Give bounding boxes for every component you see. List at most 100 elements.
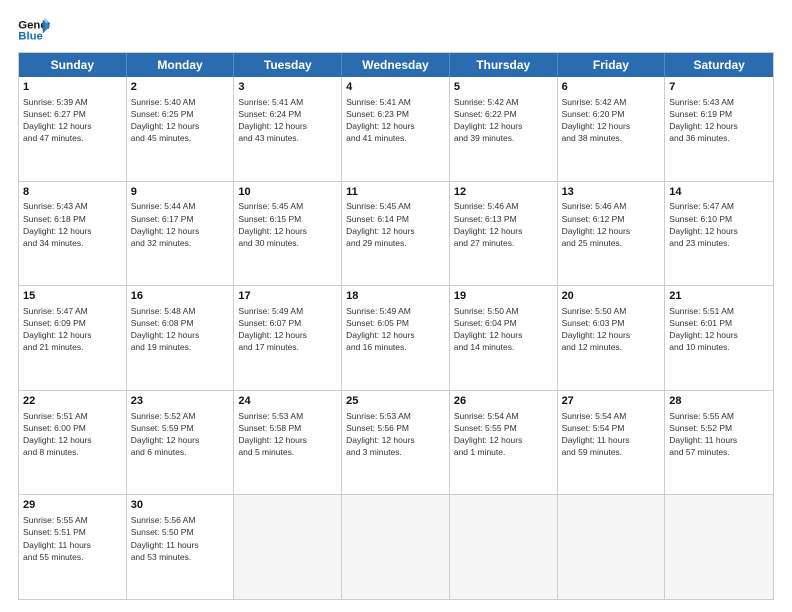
calendar-body: 1 Sunrise: 5:39 AM Sunset: 6:27 PM Daylig… bbox=[19, 77, 773, 599]
day-cell-24: 24 Sunrise: 5:53 AM Sunset: 5:58 PM Dayli… bbox=[234, 391, 342, 495]
day-content: Sunrise: 5:53 AM Sunset: 5:56 PM Dayligh… bbox=[346, 411, 415, 457]
day-cell-14: 14Sunrise: 5:47 AM Sunset: 6:10 PM Dayli… bbox=[665, 182, 773, 286]
day-number: 10 bbox=[238, 185, 337, 200]
empty-cell bbox=[665, 495, 773, 599]
day-number: 13 bbox=[562, 185, 661, 200]
calendar-row-4: 29 Sunrise: 5:55 AM Sunset: 5:51 PM Dayli… bbox=[19, 494, 773, 599]
day-content: Sunrise: 5:44 AM Sunset: 6:17 PM Dayligh… bbox=[131, 201, 200, 247]
day-number: 29 bbox=[23, 498, 122, 513]
day-cell-8: 8Sunrise: 5:43 AM Sunset: 6:18 PM Daylig… bbox=[19, 182, 127, 286]
day-number: 12 bbox=[454, 185, 553, 200]
day-cell-1: 1 Sunrise: 5:39 AM Sunset: 6:27 PM Daylig… bbox=[19, 77, 127, 181]
day-cell-17: 17Sunrise: 5:49 AM Sunset: 6:07 PM Dayli… bbox=[234, 286, 342, 390]
calendar-row-2: 15 Sunrise: 5:47 AM Sunset: 6:09 PM Dayli… bbox=[19, 285, 773, 390]
day-content: Sunrise: 5:42 AM Sunset: 6:20 PM Dayligh… bbox=[562, 97, 631, 143]
day-content: Sunrise: 5:39 AM Sunset: 6:27 PM Dayligh… bbox=[23, 97, 92, 143]
day-cell-16: 16 Sunrise: 5:48 AM Sunset: 6:08 PM Dayli… bbox=[127, 286, 235, 390]
day-number: 2 bbox=[131, 80, 230, 95]
logo: General Blue bbox=[18, 16, 50, 44]
day-number: 21 bbox=[669, 289, 769, 304]
day-cell-18: 18 Sunrise: 5:49 AM Sunset: 6:05 PM Dayli… bbox=[342, 286, 450, 390]
day-number: 23 bbox=[131, 394, 230, 409]
day-number: 11 bbox=[346, 185, 445, 200]
day-content: Sunrise: 5:50 AM Sunset: 6:03 PM Dayligh… bbox=[562, 306, 631, 352]
day-header-friday: Friday bbox=[558, 53, 666, 77]
day-content: Sunrise: 5:55 AM Sunset: 5:51 PM Dayligh… bbox=[23, 515, 91, 561]
calendar: SundayMondayTuesdayWednesdayThursdayFrid… bbox=[18, 52, 774, 600]
day-cell-19: 19 Sunrise: 5:50 AM Sunset: 6:04 PM Dayli… bbox=[450, 286, 558, 390]
day-content: Sunrise: 5:46 AM Sunset: 6:12 PM Dayligh… bbox=[562, 201, 631, 247]
day-cell-7: 7 Sunrise: 5:43 AM Sunset: 6:19 PM Daylig… bbox=[665, 77, 773, 181]
calendar-row-3: 22 Sunrise: 5:51 AM Sunset: 6:00 PM Dayli… bbox=[19, 390, 773, 495]
day-header-sunday: Sunday bbox=[19, 53, 127, 77]
day-cell-21: 21 Sunrise: 5:51 AM Sunset: 6:01 PM Dayli… bbox=[665, 286, 773, 390]
day-number: 7 bbox=[669, 80, 769, 95]
day-content: Sunrise: 5:48 AM Sunset: 6:08 PM Dayligh… bbox=[131, 306, 200, 352]
day-cell-25: 25 Sunrise: 5:53 AM Sunset: 5:56 PM Dayli… bbox=[342, 391, 450, 495]
day-cell-27: 27Sunrise: 5:54 AM Sunset: 5:54 PM Dayli… bbox=[558, 391, 666, 495]
day-content: Sunrise: 5:51 AM Sunset: 6:00 PM Dayligh… bbox=[23, 411, 92, 457]
day-cell-23: 23 Sunrise: 5:52 AM Sunset: 5:59 PM Dayli… bbox=[127, 391, 235, 495]
day-content: Sunrise: 5:53 AM Sunset: 5:58 PM Dayligh… bbox=[238, 411, 307, 457]
day-number: 25 bbox=[346, 394, 445, 409]
day-content: Sunrise: 5:43 AM Sunset: 6:19 PM Dayligh… bbox=[669, 97, 738, 143]
day-number: 6 bbox=[562, 80, 661, 95]
day-number: 8 bbox=[23, 185, 122, 200]
day-number: 15 bbox=[23, 289, 122, 304]
day-content: Sunrise: 5:45 AM Sunset: 6:14 PM Dayligh… bbox=[346, 201, 415, 247]
day-number: 5 bbox=[454, 80, 553, 95]
day-cell-22: 22 Sunrise: 5:51 AM Sunset: 6:00 PM Dayli… bbox=[19, 391, 127, 495]
day-content: Sunrise: 5:49 AM Sunset: 6:07 PM Dayligh… bbox=[238, 306, 307, 352]
day-content: Sunrise: 5:54 AM Sunset: 5:55 PM Dayligh… bbox=[454, 411, 523, 457]
svg-text:Blue: Blue bbox=[18, 31, 43, 43]
day-number: 22 bbox=[23, 394, 122, 409]
empty-cell bbox=[342, 495, 450, 599]
day-cell-29: 29 Sunrise: 5:55 AM Sunset: 5:51 PM Dayli… bbox=[19, 495, 127, 599]
day-cell-28: 28 Sunrise: 5:55 AM Sunset: 5:52 PM Dayli… bbox=[665, 391, 773, 495]
day-cell-10: 10Sunrise: 5:45 AM Sunset: 6:15 PM Dayli… bbox=[234, 182, 342, 286]
day-content: Sunrise: 5:51 AM Sunset: 6:01 PM Dayligh… bbox=[669, 306, 738, 352]
day-cell-5: 5Sunrise: 5:42 AM Sunset: 6:22 PM Daylig… bbox=[450, 77, 558, 181]
day-content: Sunrise: 5:56 AM Sunset: 5:50 PM Dayligh… bbox=[131, 515, 199, 561]
page: General Blue SundayMondayTuesdayWednesda… bbox=[0, 0, 792, 612]
day-number: 20 bbox=[562, 289, 661, 304]
day-cell-2: 2 Sunrise: 5:40 AM Sunset: 6:25 PM Daylig… bbox=[127, 77, 235, 181]
day-cell-9: 9Sunrise: 5:44 AM Sunset: 6:17 PM Daylig… bbox=[127, 182, 235, 286]
day-cell-26: 26 Sunrise: 5:54 AM Sunset: 5:55 PM Dayli… bbox=[450, 391, 558, 495]
empty-cell bbox=[558, 495, 666, 599]
day-cell-6: 6 Sunrise: 5:42 AM Sunset: 6:20 PM Daylig… bbox=[558, 77, 666, 181]
calendar-row-0: 1 Sunrise: 5:39 AM Sunset: 6:27 PM Daylig… bbox=[19, 77, 773, 181]
day-content: Sunrise: 5:49 AM Sunset: 6:05 PM Dayligh… bbox=[346, 306, 415, 352]
calendar-header: SundayMondayTuesdayWednesdayThursdayFrid… bbox=[19, 53, 773, 77]
day-header-wednesday: Wednesday bbox=[342, 53, 450, 77]
day-content: Sunrise: 5:55 AM Sunset: 5:52 PM Dayligh… bbox=[669, 411, 737, 457]
day-number: 24 bbox=[238, 394, 337, 409]
day-number: 18 bbox=[346, 289, 445, 304]
day-content: Sunrise: 5:54 AM Sunset: 5:54 PM Dayligh… bbox=[562, 411, 630, 457]
day-cell-15: 15 Sunrise: 5:47 AM Sunset: 6:09 PM Dayli… bbox=[19, 286, 127, 390]
day-cell-30: 30 Sunrise: 5:56 AM Sunset: 5:50 PM Dayli… bbox=[127, 495, 235, 599]
day-header-monday: Monday bbox=[127, 53, 235, 77]
day-content: Sunrise: 5:52 AM Sunset: 5:59 PM Dayligh… bbox=[131, 411, 200, 457]
day-cell-20: 20 Sunrise: 5:50 AM Sunset: 6:03 PM Dayli… bbox=[558, 286, 666, 390]
day-content: Sunrise: 5:47 AM Sunset: 6:09 PM Dayligh… bbox=[23, 306, 92, 352]
day-content: Sunrise: 5:50 AM Sunset: 6:04 PM Dayligh… bbox=[454, 306, 523, 352]
day-content: Sunrise: 5:40 AM Sunset: 6:25 PM Dayligh… bbox=[131, 97, 200, 143]
day-number: 28 bbox=[669, 394, 769, 409]
day-content: Sunrise: 5:46 AM Sunset: 6:13 PM Dayligh… bbox=[454, 201, 523, 247]
day-number: 19 bbox=[454, 289, 553, 304]
day-number: 30 bbox=[131, 498, 230, 513]
day-number: 1 bbox=[23, 80, 122, 95]
logo-icon: General Blue bbox=[18, 16, 50, 44]
header: General Blue bbox=[18, 16, 774, 44]
day-content: Sunrise: 5:43 AM Sunset: 6:18 PM Dayligh… bbox=[23, 201, 92, 247]
day-cell-11: 11Sunrise: 5:45 AM Sunset: 6:14 PM Dayli… bbox=[342, 182, 450, 286]
day-cell-4: 4 Sunrise: 5:41 AM Sunset: 6:23 PM Daylig… bbox=[342, 77, 450, 181]
day-number: 16 bbox=[131, 289, 230, 304]
day-content: Sunrise: 5:45 AM Sunset: 6:15 PM Dayligh… bbox=[238, 201, 307, 247]
day-header-saturday: Saturday bbox=[665, 53, 773, 77]
day-number: 4 bbox=[346, 80, 445, 95]
day-number: 26 bbox=[454, 394, 553, 409]
day-content: Sunrise: 5:41 AM Sunset: 6:23 PM Dayligh… bbox=[346, 97, 415, 143]
day-cell-12: 12Sunrise: 5:46 AM Sunset: 6:13 PM Dayli… bbox=[450, 182, 558, 286]
